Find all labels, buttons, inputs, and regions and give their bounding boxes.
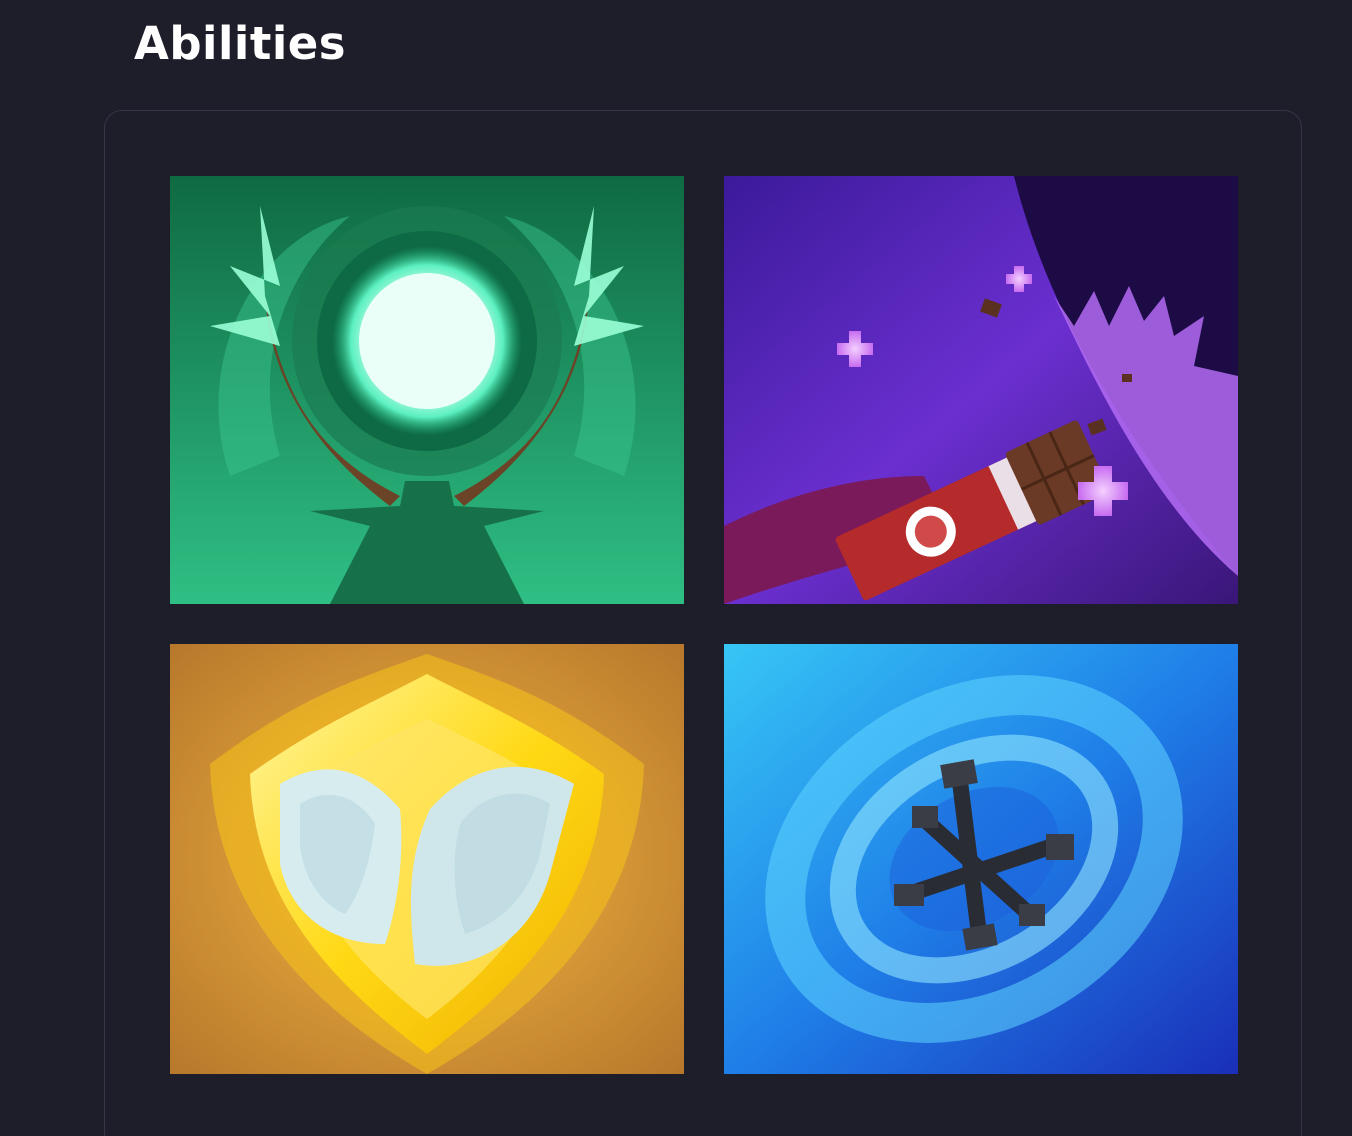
spinning-caltrop-icon bbox=[724, 644, 1238, 1074]
ability-tile-1[interactable] bbox=[170, 176, 684, 604]
ability-tile-3[interactable] bbox=[170, 644, 684, 1074]
chocolate-bar-icon bbox=[724, 176, 1238, 604]
ability-tile-2[interactable] bbox=[724, 176, 1238, 604]
winged-shield-icon bbox=[170, 644, 684, 1074]
section-title: Abilities bbox=[134, 17, 347, 70]
ability-tile-4[interactable] bbox=[724, 644, 1238, 1074]
spirit-antlers-orb-icon bbox=[170, 176, 684, 604]
